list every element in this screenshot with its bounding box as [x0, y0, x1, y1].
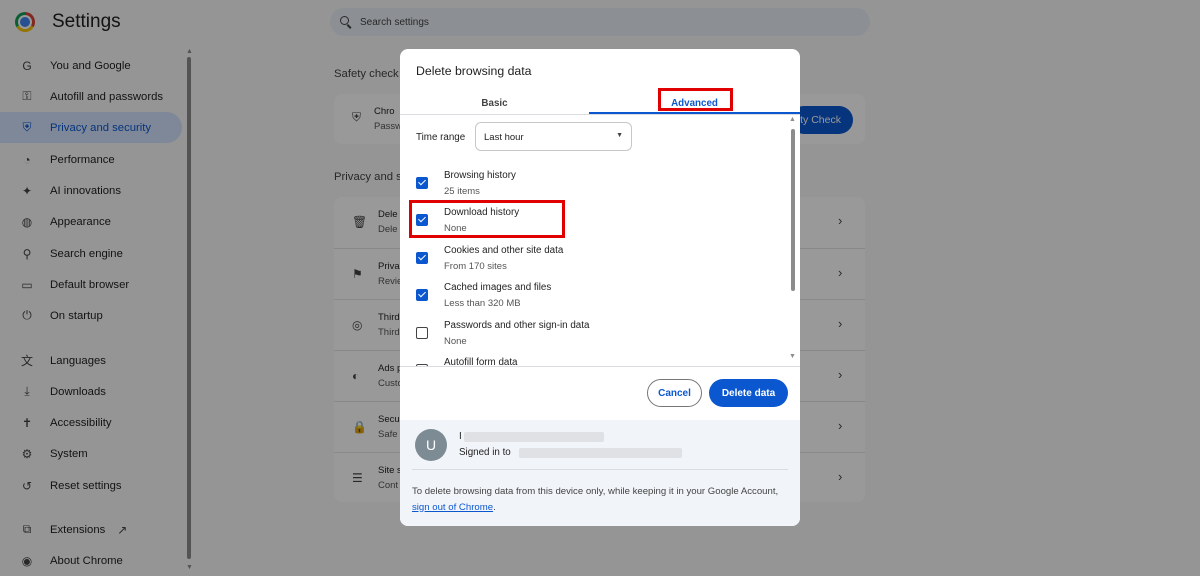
time-range-select[interactable]: Last hour ▼: [475, 122, 632, 151]
redacted-name-bar: [464, 432, 604, 442]
checkbox-checked[interactable]: [416, 177, 428, 189]
cancel-button[interactable]: Cancel: [647, 379, 702, 407]
signed-in-label: Signed in to: [459, 447, 511, 458]
footer-note: To delete browsing data from this device…: [412, 484, 782, 515]
option-detail: 25 items: [444, 186, 480, 197]
tab-basic[interactable]: Basic: [400, 91, 589, 115]
list-divider: [400, 366, 800, 367]
dialog-scrollbar[interactable]: [791, 129, 795, 291]
option-autofill-form-data[interactable]: Autofill form data: [400, 354, 788, 366]
advanced-tab-highlight: [658, 88, 733, 111]
option-title: Cached images and files: [444, 282, 552, 293]
caret-down-icon: ▼: [616, 132, 623, 139]
footer-note-end: .: [493, 501, 496, 513]
checkbox-checked[interactable]: [416, 252, 428, 264]
account-name: I: [459, 431, 462, 442]
data-type-list: Browsing history 25 items Download histo…: [400, 159, 800, 366]
time-range-label: Time range: [416, 132, 466, 143]
option-title: Browsing history: [444, 170, 516, 181]
option-title: Cookies and other site data: [444, 245, 564, 256]
time-range-value: Last hour: [484, 132, 524, 143]
option-passwords[interactable]: Passwords and other sign-in data None: [400, 317, 788, 354]
dialog-scroll-down-icon[interactable]: ▼: [789, 353, 796, 360]
redacted-email-bar: [519, 448, 682, 458]
sign-out-link[interactable]: sign out of Chrome: [412, 502, 493, 513]
dialog-title: Delete browsing data: [416, 64, 532, 78]
delete-browsing-data-dialog: Delete browsing data Basic Advanced Time…: [400, 49, 800, 526]
footer-divider: [412, 469, 788, 470]
option-title: Passwords and other sign-in data: [444, 320, 590, 331]
option-browsing-history[interactable]: Browsing history 25 items: [400, 167, 788, 204]
option-cookies[interactable]: Cookies and other site data From 170 sit…: [400, 242, 788, 279]
dialog-scroll-up-icon[interactable]: ▲: [789, 116, 796, 123]
option-detail: From 170 sites: [444, 261, 507, 272]
avatar: U: [415, 429, 447, 461]
checkbox-unchecked[interactable]: [416, 327, 428, 339]
option-detail: Less than 320 MB: [444, 298, 521, 309]
account-footer: U I Signed in to To delete browsing data…: [400, 420, 800, 526]
option-title: Autofill form data: [444, 357, 518, 366]
option-detail: None: [444, 336, 467, 347]
checkbox-checked[interactable]: [416, 289, 428, 301]
download-history-highlight: [409, 200, 565, 238]
footer-note-text: To delete browsing data from this device…: [412, 486, 779, 497]
delete-data-button[interactable]: Delete data: [709, 379, 788, 407]
option-cached-images[interactable]: Cached images and files Less than 320 MB: [400, 279, 788, 316]
tab-divider: [400, 114, 800, 115]
